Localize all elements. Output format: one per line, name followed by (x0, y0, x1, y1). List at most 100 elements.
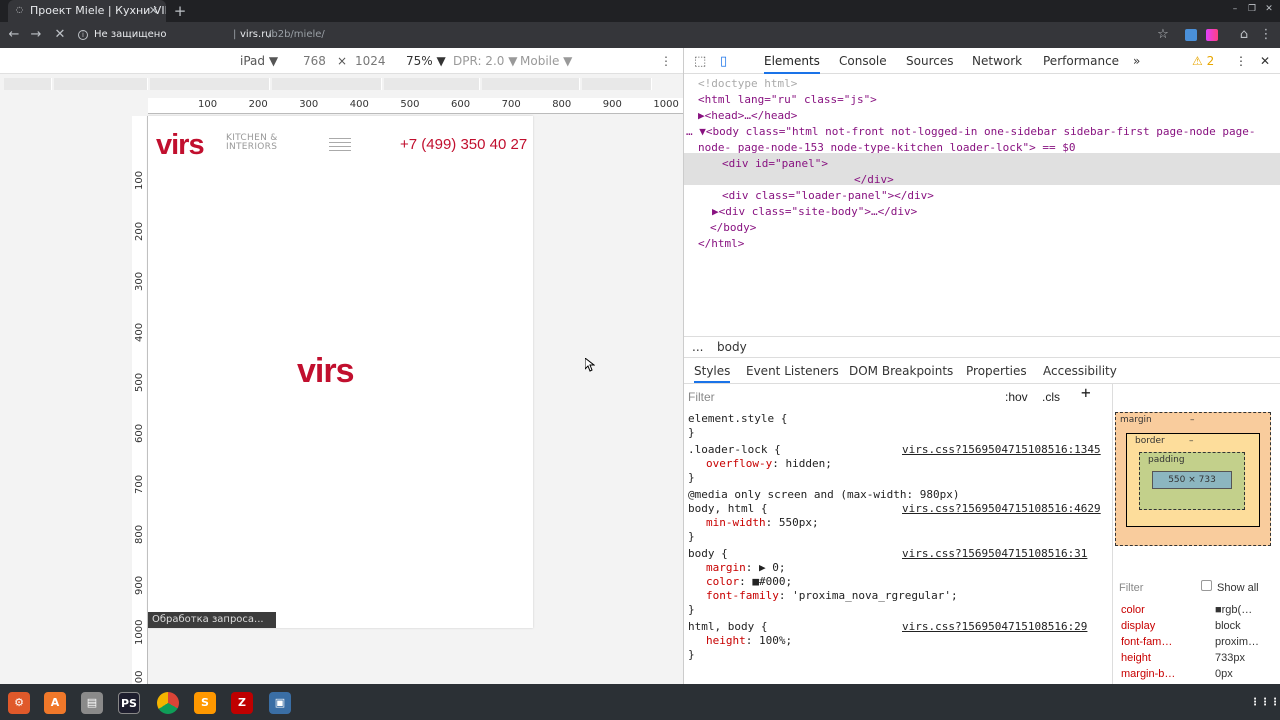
hamburger-menu-icon[interactable] (329, 138, 351, 152)
add-rule-icon[interactable]: + (1081, 385, 1091, 401)
dom-line[interactable]: <html lang="ru" class="js"> (698, 92, 877, 108)
tab-title: Проект Miele | Кухни VIRS (30, 4, 166, 17)
tab-network[interactable]: Network (972, 54, 1022, 68)
device-toolbar-menu-icon[interactable]: ⋮ (660, 54, 672, 68)
box-model-content[interactable]: 550 × 733 (1152, 471, 1232, 489)
screenshot-app-icon[interactable]: ▣ (269, 692, 291, 714)
settings-app-icon[interactable]: ⚙ (8, 692, 30, 714)
site-logo[interactable]: virs KITCHEN & INTERIORS (156, 130, 277, 160)
box-model-padding[interactable]: padding 550 × 733 (1139, 452, 1245, 510)
css-selector[interactable]: } (688, 530, 695, 544)
tab-elements[interactable]: Elements (764, 54, 820, 74)
show-all-checkbox[interactable] (1201, 580, 1212, 591)
app-grid-icon[interactable]: ⋮⋮⋮ (1250, 692, 1280, 714)
maximize-button[interactable]: ❐ (1245, 3, 1259, 15)
dom-line-selected[interactable]: … ▼<body class="html not-front not-logge… (686, 124, 1256, 140)
info-icon[interactable]: i (78, 30, 88, 40)
height-input[interactable]: 1024 (355, 54, 386, 68)
css-selector[interactable]: } (688, 648, 695, 662)
dpr-select[interactable]: DPR: 2.0 ▼ (453, 54, 517, 68)
tab-properties[interactable]: Properties (966, 364, 1027, 378)
status-bubble: Обработка запроса... (148, 612, 276, 628)
extension-icon[interactable] (1185, 29, 1197, 41)
css-declaration[interactable]: font-family: 'proxima_nova_rgregular'; (706, 589, 958, 603)
tab-console[interactable]: Console (839, 54, 887, 68)
store-app-icon[interactable]: A (44, 692, 66, 714)
tab-sources[interactable]: Sources (906, 54, 953, 68)
tab-performance[interactable]: Performance (1043, 54, 1119, 68)
hov-toggle[interactable]: :hov (1005, 390, 1028, 404)
dom-line[interactable]: </body> (710, 220, 756, 236)
zoom-select[interactable]: 75% ▼ (406, 54, 446, 68)
breadcrumb-ellipsis[interactable]: ... (692, 340, 703, 354)
devtools-menu-icon[interactable]: ⋮ (1235, 54, 1247, 68)
css-selector[interactable]: html, body {virs.css?1569504715108516:29 (688, 620, 1087, 634)
css-selector[interactable]: body {virs.css?1569504715108516:31 (688, 547, 1087, 561)
bookmark-star-icon[interactable]: ☆ (1153, 22, 1173, 48)
new-tab-button[interactable]: + (172, 0, 188, 22)
stop-icon[interactable]: ✕ (50, 22, 70, 48)
chrome-app-icon[interactable] (157, 692, 179, 714)
tab-accessibility[interactable]: Accessibility (1043, 364, 1117, 378)
ruler-label: 900 (602, 99, 622, 110)
css-selector[interactable]: element.style { (688, 412, 787, 426)
css-selector[interactable]: } (688, 426, 695, 440)
browser-menu-icon[interactable]: ⋮ (1256, 22, 1276, 48)
tab-close-button[interactable]: ✕ (149, 0, 158, 22)
computed-property[interactable]: font-fam… (1121, 636, 1172, 648)
css-selector[interactable]: } (688, 603, 695, 617)
mode-select[interactable]: Mobile ▼ (520, 54, 572, 68)
dom-line[interactable]: <div class="loader-panel"></div> (722, 188, 934, 204)
tab-event-listeners[interactable]: Event Listeners (746, 364, 839, 378)
back-icon[interactable]: ← (4, 22, 24, 48)
forward-icon[interactable]: → (26, 22, 46, 48)
devtools-close-icon[interactable]: ✕ (1260, 54, 1270, 68)
css-declaration[interactable]: height: 100%; (706, 634, 792, 648)
box-model-border[interactable]: border – padding 550 × 733 (1126, 433, 1260, 527)
css-declaration[interactable]: color: ■#000; (706, 575, 792, 589)
minimize-button[interactable]: – (1228, 3, 1242, 15)
dom-line[interactable]: ▶<head>…</head> (698, 108, 797, 124)
computed-property[interactable]: display (1121, 620, 1155, 632)
css-selector[interactable]: @media only screen and (max-width: 980px… (688, 488, 960, 502)
address-bar[interactable]: i Не защищено | virs.ru /b2b/miele/ (74, 24, 1184, 46)
phpstorm-app-icon[interactable]: PS (118, 692, 140, 714)
css-selector[interactable]: body, html {virs.css?1569504715108516:46… (688, 502, 1101, 516)
device-toggle-icon[interactable]: ▯ (720, 54, 727, 69)
window-close-button[interactable]: ✕ (1262, 3, 1276, 15)
computed-property[interactable]: margin-b… (1121, 668, 1175, 680)
inspect-element-icon[interactable]: ⬚ (694, 54, 706, 69)
dom-line[interactable]: <div id="panel"> (722, 156, 828, 172)
breadcrumb-item[interactable]: body (717, 340, 747, 354)
computed-property[interactable]: height (1121, 652, 1151, 664)
filezilla-app-icon[interactable]: Z (231, 692, 253, 714)
css-declaration[interactable]: margin: ▶ 0; (706, 561, 786, 575)
more-tabs-icon[interactable]: » (1133, 54, 1140, 68)
phone-link[interactable]: +7 (499) 350 40 27 (400, 136, 527, 153)
width-input[interactable]: 768 (303, 54, 326, 68)
computed-filter-input[interactable]: Filter (1119, 582, 1143, 594)
device-select[interactable]: iPad ▼ (240, 54, 278, 68)
media-query-bar[interactable] (0, 74, 683, 94)
cls-toggle[interactable]: .cls (1042, 390, 1060, 404)
css-declaration[interactable]: overflow-y: hidden; (706, 457, 832, 471)
dom-line[interactable]: <!doctype html> (698, 76, 797, 92)
files-app-icon[interactable]: ▤ (81, 692, 103, 714)
warnings-badge[interactable]: ⚠ 2 (1192, 54, 1214, 68)
css-declaration[interactable]: min-width: 550px; (706, 516, 819, 530)
dom-line-selected[interactable]: node- page-node-153 node-type-kitchen lo… (698, 140, 1076, 156)
dom-line[interactable]: ▶<div class="site-body">…</div> (712, 204, 917, 220)
browser-tab[interactable]: ◌ Проект Miele | Кухни VIRS ✕ (8, 0, 166, 22)
css-selector[interactable]: .loader-lock {virs.css?1569504715108516:… (688, 443, 1101, 457)
styles-filter-input[interactable]: Filter (688, 390, 715, 404)
css-selector[interactable]: } (688, 471, 695, 485)
computed-property[interactable]: color (1121, 604, 1145, 616)
dom-line[interactable]: </div> (854, 172, 894, 188)
tab-styles[interactable]: Styles (694, 364, 731, 383)
tab-dom-breakpoints[interactable]: DOM Breakpoints (849, 364, 953, 378)
box-model-margin[interactable]: margin – border – padding 550 × 733 (1115, 412, 1271, 546)
extension-icon[interactable] (1206, 29, 1218, 41)
sublime-app-icon[interactable]: S (194, 692, 216, 714)
dom-line[interactable]: </html> (698, 236, 744, 252)
extension-puzzle-icon[interactable]: ⌂ (1234, 22, 1254, 48)
